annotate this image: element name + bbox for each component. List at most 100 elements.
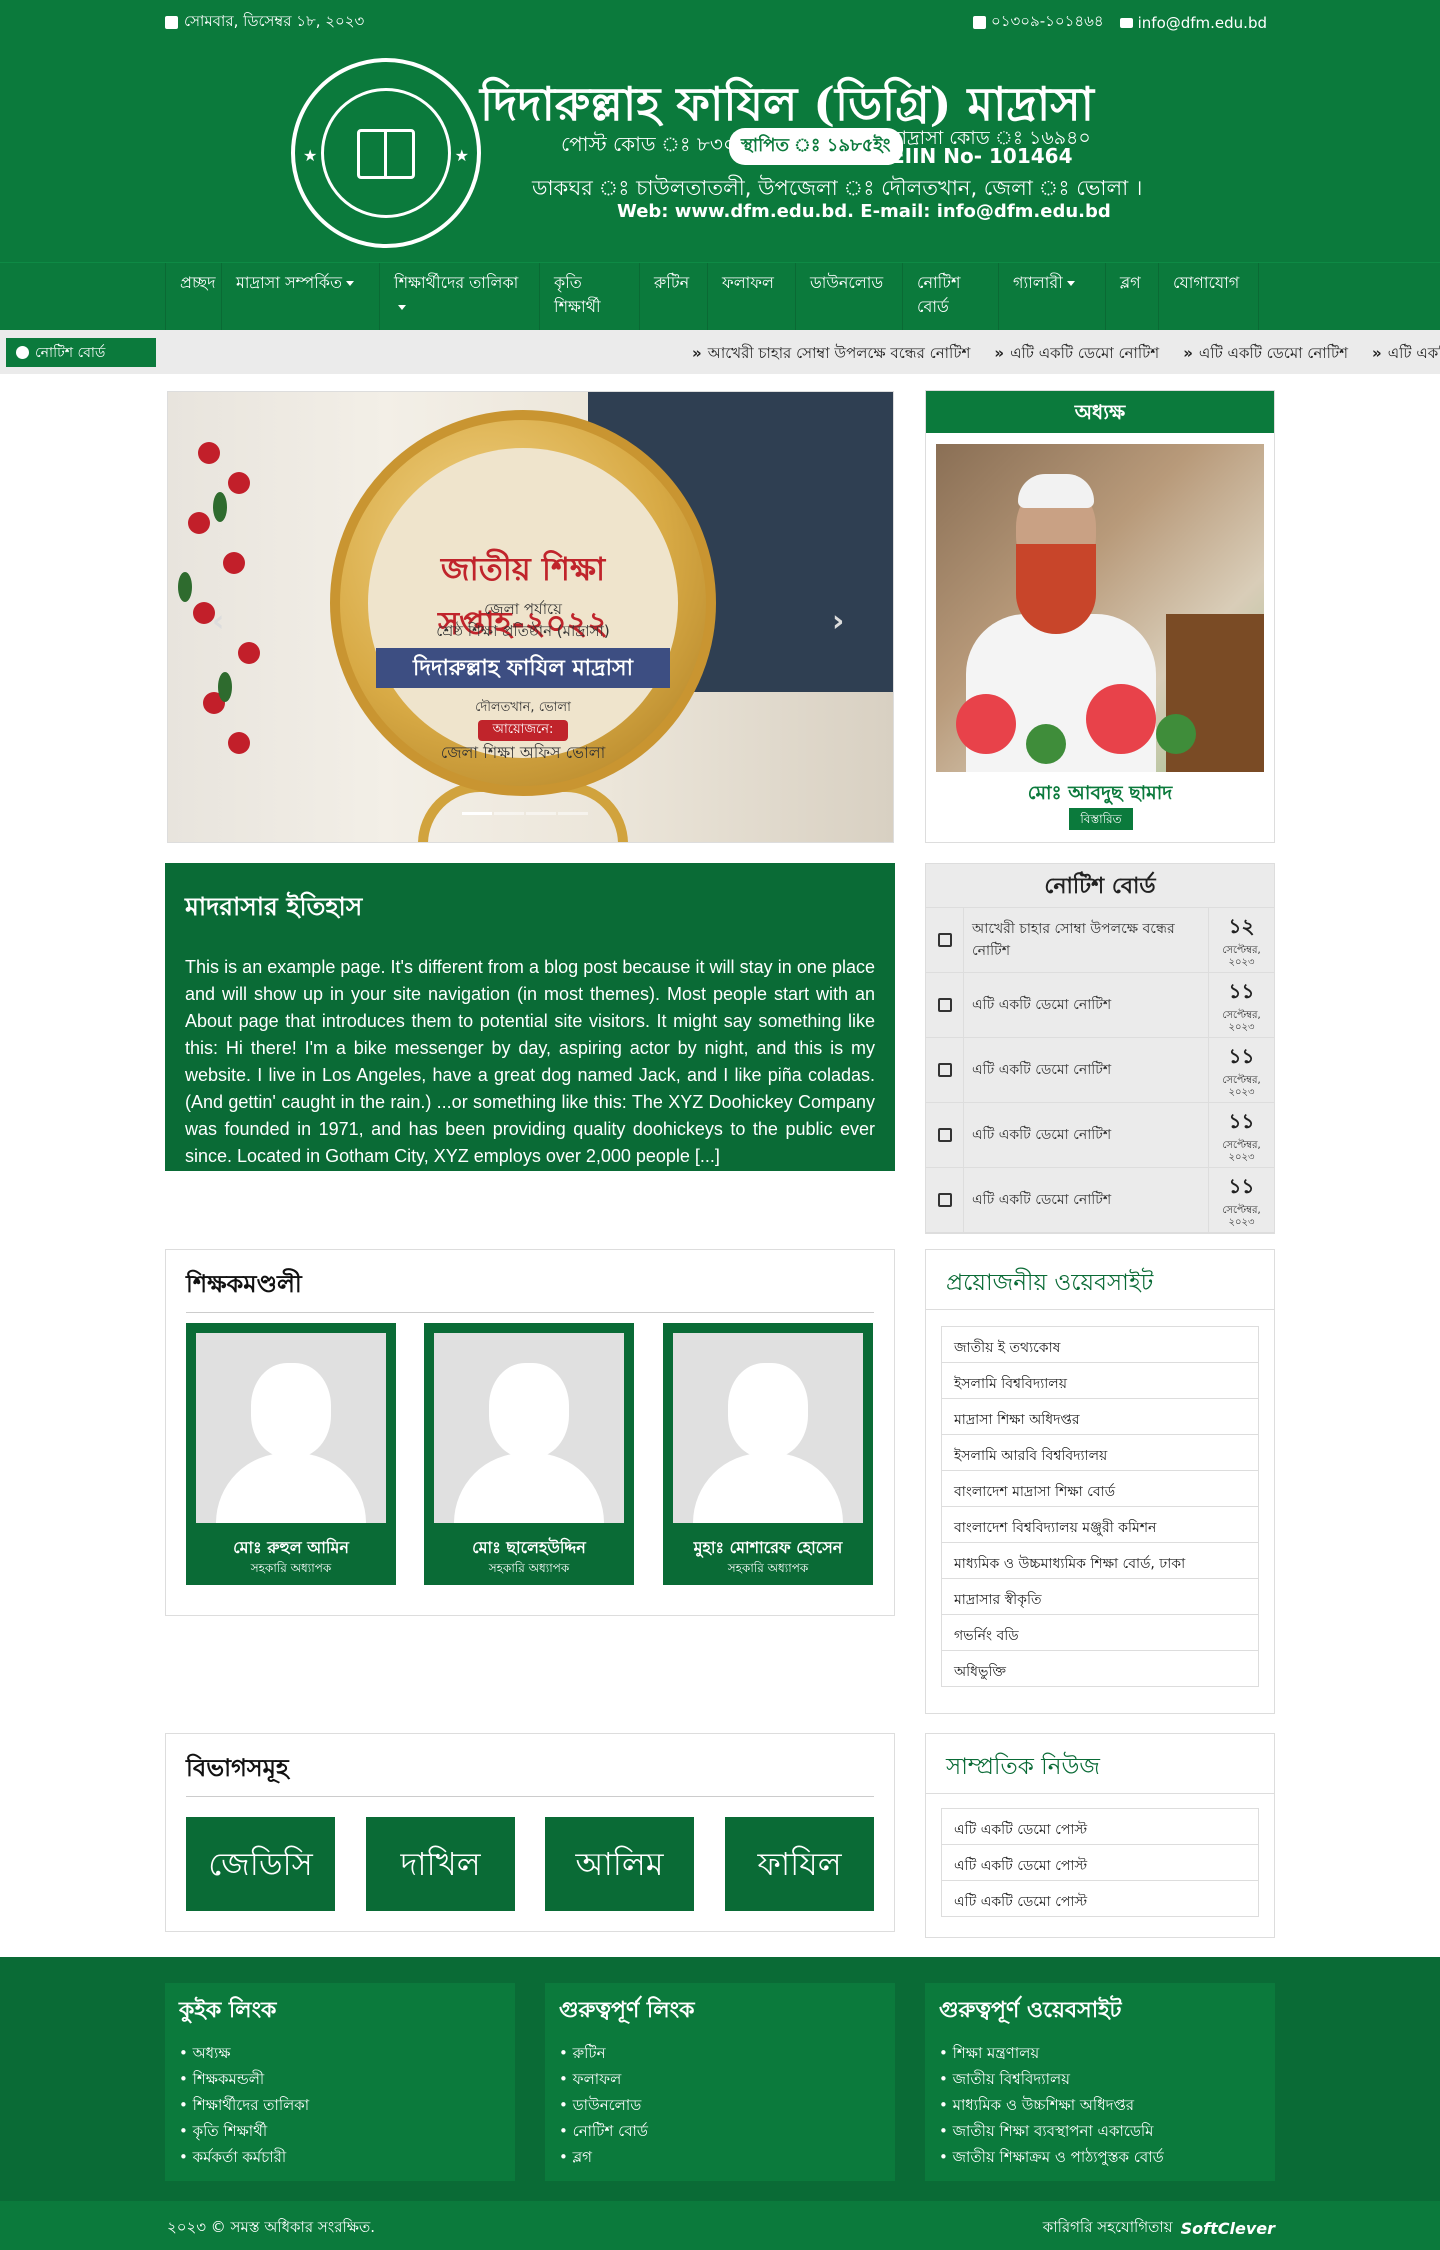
history-body: This is an example page. It's different … xyxy=(185,957,875,1166)
news-link[interactable]: এটি একটি ডেমো পোস্ট xyxy=(941,1880,1259,1917)
useful-websites: প্রয়োজনীয় ওয়েবসাইট জাতীয় ই তথ্যকোষ ইস… xyxy=(925,1249,1275,1714)
plaque-face: জাতীয় শিক্ষা সপ্তাহ-২০২২ জেলা পর্যায়ে … xyxy=(368,448,678,762)
notice-row[interactable]: এটি একটি ডেমো নোটিশ ১১ সেপ্টেম্বর, ২০২৩ xyxy=(926,1168,1274,1233)
madrasa-logo[interactable]: ★ ★ xyxy=(291,58,481,248)
notice-row[interactable]: এটি একটি ডেমো নোটিশ ১১ সেপ্টেম্বর, ২০২৩ xyxy=(926,1038,1274,1103)
website-link[interactable]: বাংলাদেশ বিশ্ববিদ্যালয় মঞ্জুরী কমিশন xyxy=(941,1506,1259,1543)
notice-title[interactable]: এটি একটি ডেমো নোটিশ xyxy=(964,1168,1208,1232)
teacher-card[interactable]: মুহাঃ মোশারেফ হোসেন সহকারি অধ্যাপক xyxy=(663,1323,873,1585)
nav-item-label: প্রচ্ছদ xyxy=(180,273,216,292)
website-link[interactable]: মাদ্রাসা শিক্ষা অধিদপ্তর xyxy=(941,1398,1259,1435)
chevron-down-icon xyxy=(398,305,406,310)
chevron-down-icon xyxy=(1066,281,1075,286)
email[interactable]: info@dfm.edu.bd xyxy=(1119,10,1267,35)
nav-item-0[interactable]: প্রচ্ছদ xyxy=(165,263,222,331)
carousel-dot[interactable] xyxy=(526,812,556,815)
footer-link[interactable]: নোটিশ বোর্ড xyxy=(559,2118,881,2144)
teacher-designation: সহকারি অধ্যাপক xyxy=(250,1561,332,1575)
notice-icon-cell xyxy=(926,1103,964,1167)
carousel-dot[interactable] xyxy=(494,812,524,815)
ticker-item[interactable]: » এটি একটি xyxy=(1372,342,1440,367)
nav-item-4[interactable]: রুটিন xyxy=(640,263,708,331)
website-link[interactable]: বাংলাদেশ মাদ্রাসা শিক্ষা বোর্ড xyxy=(941,1470,1259,1507)
principal-name: মোঃ আবদুছ ছামাদ xyxy=(1027,782,1173,804)
footer-link[interactable]: কর্মকর্তা কর্মচারী xyxy=(179,2144,501,2170)
nav-item-1[interactable]: মাদ্রাসা সম্পর্কিত xyxy=(222,263,380,331)
phone[interactable]: ০১৩০৯-১০১৪৬৪ xyxy=(973,10,1104,35)
edit-icon xyxy=(937,1063,952,1077)
image-carousel[interactable]: জাতীয় শিক্ষা সপ্তাহ-২০২২ জেলা পর্যায়ে … xyxy=(167,391,894,843)
footer-link[interactable]: ব্লগ xyxy=(559,2144,881,2170)
footer-link[interactable]: মাধ্যমিক ও উচ্চশিক্ষা অধিদপ্তর xyxy=(939,2092,1261,2118)
nav-item-8[interactable]: গ্যালারী xyxy=(999,263,1106,331)
footer-link[interactable]: কৃতি শিক্ষার্থী xyxy=(179,2118,501,2144)
photo-person-cap xyxy=(1018,474,1094,508)
nav-item-10[interactable]: যোগাযোগ xyxy=(1159,263,1259,331)
notice-row[interactable]: এটি একটি ডেমো নোটিশ ১১ সেপ্টেম্বর, ২০২৩ xyxy=(926,1103,1274,1168)
department-tile[interactable]: দাখিল xyxy=(366,1817,515,1911)
website-link[interactable]: মাধ্যমিক ও উচ্চমাধ্যমিক শিক্ষা বোর্ড, ঢা… xyxy=(941,1542,1259,1579)
nav-item-3[interactable]: কৃতি শিক্ষার্থী xyxy=(540,263,640,331)
ticker-item-text: এটি একটি ডেমো নোটিশ xyxy=(1010,344,1160,362)
carousel-dot[interactable] xyxy=(558,812,588,815)
nav-item-2[interactable]: শিক্ষার্থীদের তালিকা xyxy=(380,263,540,331)
carousel-next-icon[interactable]: › xyxy=(832,604,844,639)
website-link[interactable]: জাতীয় ই তথ্যকোষ xyxy=(941,1326,1259,1363)
website-link[interactable]: মাদ্রাসার স্বীকৃতি xyxy=(941,1578,1259,1615)
footer-link[interactable]: জাতীয় শিক্ষাক্রম ও পাঠ্যপুস্তক বোর্ড xyxy=(939,2144,1261,2170)
ticker-item[interactable]: » আখেরী চাহার সোম্বা উপলক্ষে বন্ধের নোটিশ xyxy=(692,342,970,367)
footer-link[interactable]: জাতীয় বিশ্ববিদ্যালয় xyxy=(939,2066,1261,2092)
nav-item-7[interactable]: নোটিশ বোর্ড xyxy=(903,263,999,331)
website-link[interactable]: ইসলামি আরবি বিশ্ববিদ্যালয় xyxy=(941,1434,1259,1471)
ticker-item[interactable]: » এটি একটি ডেমো নোটিশ xyxy=(994,342,1159,367)
carousel-prev-icon[interactable]: ‹ xyxy=(212,604,224,639)
double-chevron-icon: » xyxy=(692,344,702,362)
news-list: এটি একটি ডেমো পোস্ট এটি একটি ডেমো পোস্ট এট… xyxy=(941,1808,1259,1917)
footer-link[interactable]: জাতীয় শিক্ষা ব্যবস্থাপনা একাডেমি xyxy=(939,2118,1261,2144)
footer-sites-heading: গুরুত্বপূর্ণ ওয়েবসাইট xyxy=(939,1997,1122,2023)
carousel-dot[interactable] xyxy=(462,812,492,815)
copyright-text: ২০২৩ © সমস্ত অধিকার সংরক্ষিত. xyxy=(167,2218,375,2236)
principal-details-button[interactable]: বিস্তারিত xyxy=(1069,808,1133,830)
nav-item-9[interactable]: ব্লগ xyxy=(1106,263,1159,331)
teacher-card[interactable]: মোঃ রুহুল আমিন সহকারি অধ্যাপক xyxy=(186,1323,396,1585)
nav-item-5[interactable]: ফলাফল xyxy=(708,263,796,331)
nav-item-label: শিক্ষার্থীদের তালিকা xyxy=(394,273,519,292)
notice-row[interactable]: আখেরী চাহার সোম্বা উপলক্ষে বন্ধের নোটিশ ১… xyxy=(926,908,1274,973)
footer-link[interactable]: শিক্ষার্থীদের তালিকা xyxy=(179,2092,501,2118)
department-tile[interactable]: জেডিসি xyxy=(186,1817,335,1911)
nav-item-6[interactable]: ডাউনলোড xyxy=(796,263,903,331)
footer-link[interactable]: ডাউনলোড xyxy=(559,2092,881,2118)
news-link[interactable]: এটি একটি ডেমো পোস্ট xyxy=(941,1808,1259,1845)
department-tile[interactable]: ফাযিল xyxy=(725,1817,874,1911)
teacher-name: মুহাঃ মোশারেফ হোসেন xyxy=(693,1538,843,1557)
website-link[interactable]: ইসলামি বিশ্ববিদ্যালয় xyxy=(941,1362,1259,1399)
footer-link[interactable]: শিক্ষা মন্ত্রণালয় xyxy=(939,2040,1261,2066)
footer-link[interactable]: রুটিন xyxy=(559,2040,881,2066)
footer-link[interactable]: শিক্ষকমন্ডলী xyxy=(179,2066,501,2092)
website-link[interactable]: গভর্নিং বডি xyxy=(941,1614,1259,1651)
website-link[interactable]: অধিভুক্তি xyxy=(941,1650,1259,1687)
ticker-item[interactable]: » এটি একটি ডেমো নোটিশ xyxy=(1183,342,1348,367)
date-text: সোমবার, ডিসেম্বর ১৮, ২০২৩ xyxy=(184,12,365,30)
website-list: জাতীয় ই তথ্যকোষ ইসলামি বিশ্ববিদ্যালয় মাদ… xyxy=(941,1326,1259,1687)
notice-title[interactable]: আখেরী চাহার সোম্বা উপলক্ষে বন্ধের নোটিশ xyxy=(964,908,1208,972)
ticker-label[interactable]: নোটিশ বোর্ড xyxy=(6,338,156,367)
carousel-indicators xyxy=(462,812,588,815)
star-icon: ★ xyxy=(454,146,469,165)
footer-link[interactable]: অধ্যক্ষ xyxy=(179,2040,501,2066)
notice-title[interactable]: এটি একটি ডেমো নোটিশ xyxy=(964,1038,1208,1102)
notice-row[interactable]: এটি একটি ডেমো নোটিশ ১১ সেপ্টেম্বর, ২০২৩ xyxy=(926,973,1274,1038)
footer-quick-list: অধ্যক্ষশিক্ষকমন্ডলীশিক্ষার্থীদের তালিকাক… xyxy=(179,2040,501,2170)
footer-link[interactable]: ফলাফল xyxy=(559,2066,881,2092)
edit-icon xyxy=(937,933,952,947)
news-link[interactable]: এটি একটি ডেমো পোস্ট xyxy=(941,1844,1259,1881)
notice-title[interactable]: এটি একটি ডেমো নোটিশ xyxy=(964,1103,1208,1167)
footer-quick-heading: কুইক লিংক xyxy=(179,1997,277,2023)
teacher-card[interactable]: মোঃ ছালেহউদ্দিন সহকারি অধ্যাপক xyxy=(424,1323,634,1585)
ticker-item-text: এটি একটি ডেমো নোটিশ xyxy=(1198,344,1348,362)
history-section: মাদরাসার ইতিহাস This is an example page.… xyxy=(165,863,895,1171)
notice-title[interactable]: এটি একটি ডেমো নোটিশ xyxy=(964,973,1208,1037)
softclever-logo[interactable]: SoftClever xyxy=(1181,2219,1275,2238)
department-tile[interactable]: আলিম xyxy=(545,1817,694,1911)
